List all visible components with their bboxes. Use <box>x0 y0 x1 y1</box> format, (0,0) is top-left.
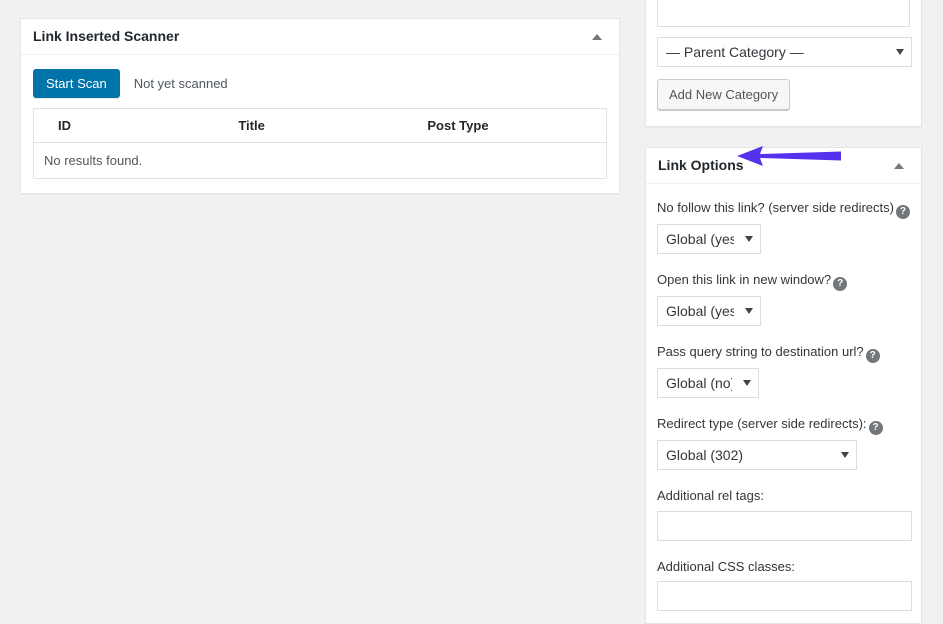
scan-results-table: ID Title Post Type No results found. <box>33 108 607 179</box>
redirect-type-select-wrap: Global (302) <box>657 440 857 470</box>
no-follow-select-wrap: Global (yes) <box>657 224 761 254</box>
category-panel-body: — Parent Category — Add New Category <box>646 0 921 126</box>
pass-query-string-select[interactable]: Global (no) <box>657 368 759 398</box>
help-circle-icon[interactable]: ? <box>869 421 883 435</box>
open-new-window-select[interactable]: Global (yes) <box>657 296 761 326</box>
right-sidebar: — Parent Category — Add New Category Lin… <box>645 0 922 624</box>
field-label: Additional rel tags: <box>657 486 910 506</box>
link-options-header: Link Options <box>646 148 921 184</box>
left-column: Link Inserted Scanner Start Scan Not yet… <box>20 18 620 194</box>
column-header-id[interactable]: ID <box>34 109 229 143</box>
no-results-message: No results found. <box>34 143 607 179</box>
scanner-panel-header: Link Inserted Scanner <box>21 19 619 55</box>
field-no-follow: No follow this link? (server side redire… <box>657 198 910 254</box>
link-options-panel: Link Options No follow this link? (serve… <box>645 147 922 624</box>
table-header-row: ID Title Post Type <box>34 109 607 143</box>
scanner-controls: Start Scan Not yet scanned <box>21 55 619 108</box>
table-body: No results found. <box>34 143 607 179</box>
help-circle-icon[interactable]: ? <box>833 277 847 291</box>
field-label: Open this link in new window?? <box>657 270 910 291</box>
link-inserted-scanner-panel: Link Inserted Scanner Start Scan Not yet… <box>20 18 620 194</box>
add-new-category-button[interactable]: Add New Category <box>657 79 790 110</box>
help-circle-icon[interactable]: ? <box>866 349 880 363</box>
link-options-body: No follow this link? (server side redire… <box>646 184 921 623</box>
link-options-title: Link Options <box>658 156 744 176</box>
field-label: Additional CSS classes: <box>657 557 910 577</box>
parent-category-select-wrap: — Parent Category — <box>657 37 912 67</box>
redirect-type-select[interactable]: Global (302) <box>657 440 857 470</box>
field-label: Redirect type (server side redirects):? <box>657 414 910 435</box>
field-redirect-type: Redirect type (server side redirects):? … <box>657 414 910 470</box>
new-category-name-input[interactable] <box>657 0 910 27</box>
pass-query-string-select-wrap: Global (no) <box>657 368 759 398</box>
additional-css-classes-input[interactable] <box>657 581 912 611</box>
start-scan-button[interactable]: Start Scan <box>33 69 120 98</box>
field-open-new-window: Open this link in new window?? Global (y… <box>657 270 910 326</box>
field-additional-rel-tags: Additional rel tags: <box>657 486 910 541</box>
field-pass-query-string: Pass query string to destination url?? G… <box>657 342 910 398</box>
column-header-post-type[interactable]: Post Type <box>417 109 606 143</box>
scanner-panel-title: Link Inserted Scanner <box>33 27 179 47</box>
table-row: No results found. <box>34 143 607 179</box>
additional-rel-tags-input[interactable] <box>657 511 912 541</box>
triangle-up-icon[interactable] <box>587 27 607 47</box>
scan-status-text: Not yet scanned <box>134 76 228 91</box>
field-additional-css-classes: Additional CSS classes: <box>657 557 910 612</box>
field-label: Pass query string to destination url?? <box>657 342 910 363</box>
table-head: ID Title Post Type <box>34 109 607 143</box>
field-label: No follow this link? (server side redire… <box>657 198 910 219</box>
scan-results-table-wrap: ID Title Post Type No results found. <box>21 108 619 193</box>
category-panel: — Parent Category — Add New Category <box>645 0 922 127</box>
column-header-title[interactable]: Title <box>228 109 417 143</box>
triangle-up-icon[interactable] <box>889 156 909 176</box>
no-follow-select[interactable]: Global (yes) <box>657 224 761 254</box>
help-circle-icon[interactable]: ? <box>896 205 910 219</box>
open-new-window-select-wrap: Global (yes) <box>657 296 761 326</box>
parent-category-select[interactable]: — Parent Category — <box>657 37 912 67</box>
